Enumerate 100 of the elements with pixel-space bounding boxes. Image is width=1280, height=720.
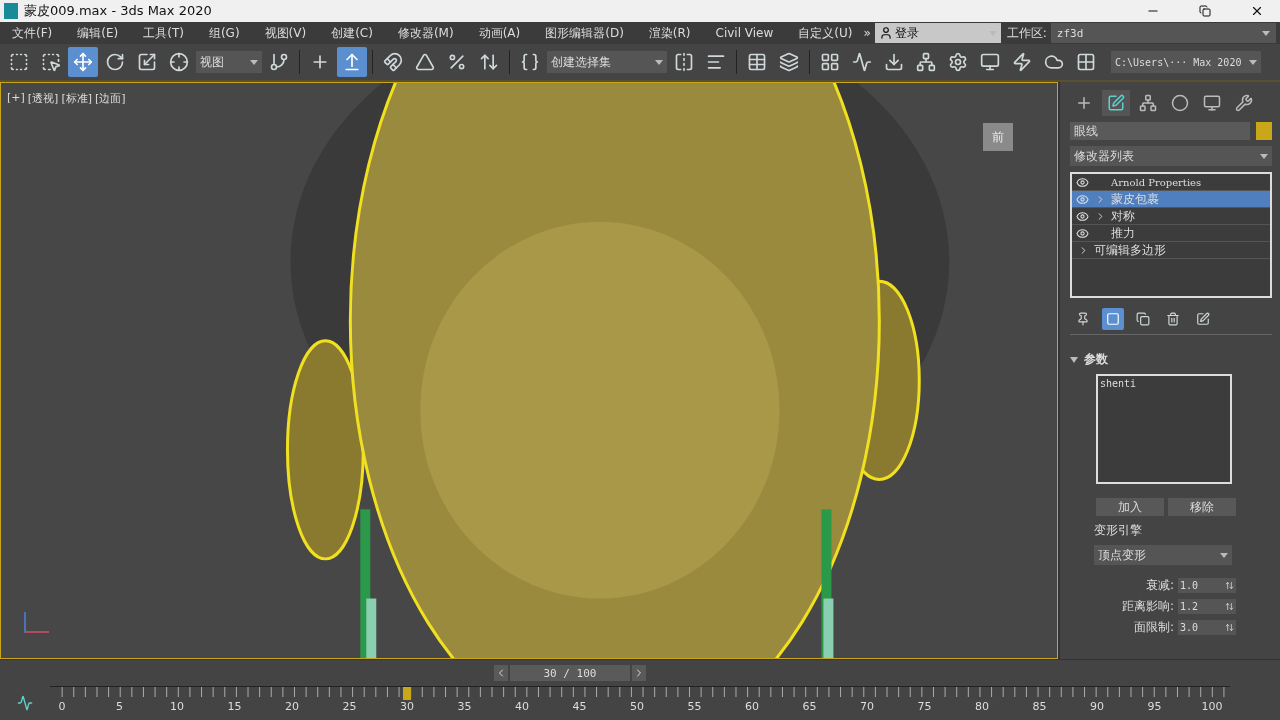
time-ruler[interactable]: 0 5 10 15 20 25 30 35 40 45 50 55 60 65 70 75 80 85 90 95 100 <box>50 686 1230 717</box>
frame-counter[interactable]: 30 / 100 <box>510 665 630 681</box>
crosshair-icon <box>169 52 189 72</box>
menu-item[interactable]: 渲染(R) <box>648 24 691 42</box>
toolbar-button[interactable] <box>68 47 98 77</box>
spinner-arrows-icon[interactable] <box>1225 623 1234 632</box>
eye-icon[interactable] <box>1076 175 1089 189</box>
caret-icon <box>1249 59 1257 65</box>
panel-tab[interactable] <box>1102 90 1130 116</box>
menu-item[interactable]: 自定义(U) <box>798 24 853 42</box>
window-grid-icon <box>1076 52 1096 72</box>
modifier-stack-item[interactable]: 推力 <box>1072 225 1270 242</box>
trash-icon <box>1166 312 1180 326</box>
restore-icon[interactable] <box>1199 5 1211 17</box>
caret-icon <box>250 59 258 65</box>
spinner-field[interactable]: 1.2 <box>1178 599 1236 614</box>
cloud-icon <box>1044 52 1064 72</box>
menu-overflow[interactable]: » <box>863 26 871 40</box>
network-icon <box>916 52 936 72</box>
menu-item[interactable]: 创建(C) <box>331 24 373 42</box>
menu-item[interactable]: Civil View <box>715 26 774 40</box>
time-slider-thumb[interactable] <box>403 687 411 700</box>
eye-icon[interactable] <box>1076 209 1089 223</box>
scale-icon <box>137 52 157 72</box>
axis-gizmo-icon <box>21 610 51 636</box>
menu-item[interactable]: 动画(A) <box>478 24 521 42</box>
move-icon <box>73 52 93 72</box>
frame-tick-label: 10 <box>170 700 184 713</box>
spinner-arrows-icon[interactable] <box>1225 581 1234 590</box>
modifier-list-dropdown[interactable]: 修改器列表 <box>1070 146 1272 166</box>
engine-dropdown[interactable]: 顶点变形 <box>1094 545 1232 565</box>
menu-item[interactable]: 图形编辑器(D) <box>545 24 624 42</box>
modifier-stack-item[interactable]: 对称 <box>1072 208 1270 225</box>
spinner-arrows-icon[interactable] <box>1225 602 1234 611</box>
caret-icon <box>1220 552 1228 558</box>
stack-tool-button[interactable] <box>1102 308 1124 330</box>
branch-icon <box>269 52 289 72</box>
object-list[interactable]: shenti <box>1096 374 1232 484</box>
dashed-square-icon <box>9 52 29 72</box>
circle-icon <box>1171 94 1189 112</box>
grid-icon <box>820 52 840 72</box>
previous-frame-button[interactable] <box>494 665 508 681</box>
menu-item[interactable]: 编辑(E) <box>77 24 119 42</box>
account-dropdown[interactable]: 登录 <box>874 23 1001 43</box>
magnet-icon <box>383 52 403 72</box>
arrow-up-icon <box>342 52 362 72</box>
modifier-name: Arnold Properties <box>1111 176 1202 188</box>
monitor-icon <box>980 52 1000 72</box>
menu-item[interactable]: 修改器(M) <box>397 24 454 42</box>
frame-tick-label: 5 <box>116 700 123 713</box>
frame-tick-label: 50 <box>630 700 644 713</box>
toolbar-button[interactable] <box>337 47 367 77</box>
download-icon <box>884 52 904 72</box>
viewport-label[interactable]: [标准] <box>61 91 92 106</box>
frame-tick-label: 75 <box>917 700 932 713</box>
object-color-swatch[interactable] <box>1256 122 1272 140</box>
lightning-icon <box>1012 52 1032 72</box>
frame-tick-label: 60 <box>745 700 759 713</box>
menu-item[interactable]: 工具(T) <box>143 24 184 42</box>
project-path-dropdown[interactable]: C:\Users\··· Max 2020 <box>1111 51 1261 73</box>
frame-tick-label: 45 <box>572 700 587 713</box>
rollout-button[interactable]: 加入 <box>1096 498 1164 516</box>
table-icon <box>747 52 767 72</box>
frame-tick-label: 30 <box>400 700 414 713</box>
square-icon <box>1106 312 1120 326</box>
mirror-icon <box>674 52 694 72</box>
frame-tick-label: 35 <box>457 700 472 713</box>
menu-item[interactable]: 视图(V) <box>264 24 307 42</box>
frame-tick-label: 65 <box>802 700 817 713</box>
spinner-label: 面限制: <box>1133 619 1174 636</box>
plus-icon <box>1075 94 1093 112</box>
menu-item[interactable]: 文件(F) <box>12 24 53 42</box>
align-icon <box>706 52 726 72</box>
frame-tick-label: 100 <box>1201 700 1223 713</box>
spinner-field[interactable]: 1.0 <box>1178 578 1236 593</box>
edit-icon <box>1196 312 1210 326</box>
pin-icon <box>1076 312 1090 326</box>
rollout-button[interactable]: 移除 <box>1168 498 1236 516</box>
caret-icon <box>1262 30 1270 36</box>
spinner-field[interactable]: 3.0 <box>1178 620 1236 635</box>
rollout-title[interactable]: 参数 <box>1084 351 1108 368</box>
wave-icon <box>852 52 872 72</box>
copy-icon <box>1136 312 1150 326</box>
modifier-stack-item[interactable]: 可编辑多边形 <box>1072 242 1270 259</box>
object-list-item[interactable]: shenti <box>1100 378 1228 389</box>
close-icon[interactable] <box>1250 4 1264 18</box>
eye-icon[interactable] <box>1076 226 1089 240</box>
viewport-label[interactable]: [边面] <box>95 91 126 106</box>
viewport-label[interactable]: [+] <box>7 91 25 106</box>
viewport-label[interactable]: [透视] <box>27 91 59 106</box>
triangle-icon <box>415 52 435 72</box>
menu-item[interactable]: 组(G) <box>208 24 240 42</box>
object-name-field[interactable]: 眼线 <box>1070 122 1250 140</box>
toolbar-dropdown[interactable]: 视图 <box>196 51 262 73</box>
collapse-icon[interactable] <box>1070 355 1078 364</box>
toolbar-dropdown[interactable]: 创建选择集 <box>547 51 667 73</box>
engine-label: 变形引擎 <box>1094 522 1143 539</box>
frame-tick-label: 90 <box>1090 700 1104 713</box>
next-frame-button[interactable] <box>632 665 646 681</box>
workspace-dropdown[interactable]: zf3d <box>1050 23 1276 43</box>
